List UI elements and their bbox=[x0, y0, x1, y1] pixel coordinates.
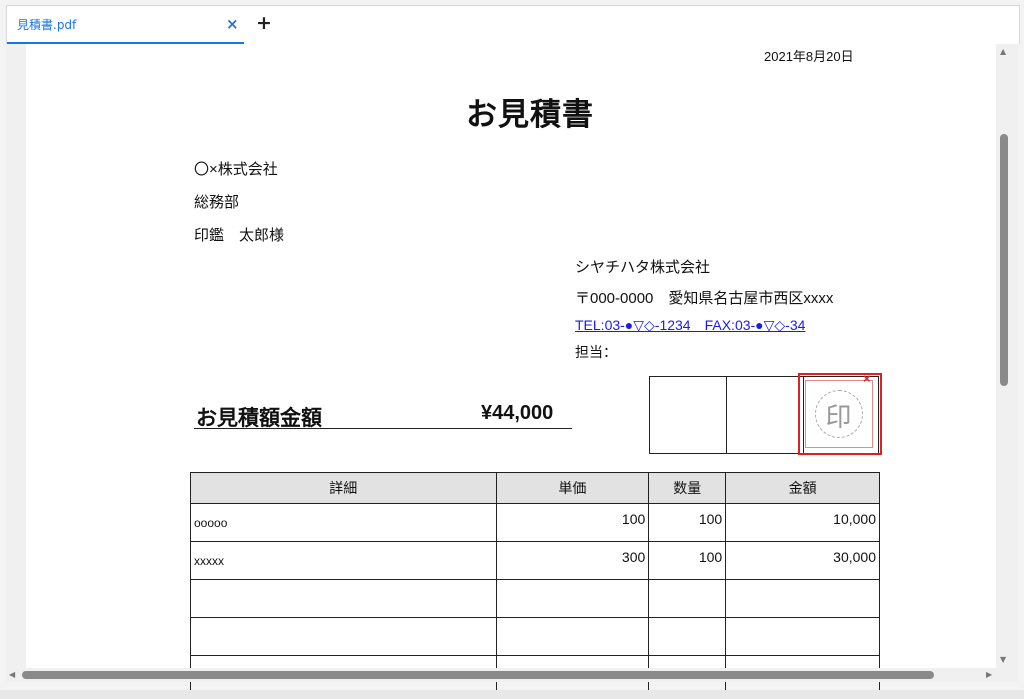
status-strip bbox=[0, 690, 1024, 699]
cell-unit-price: 100 bbox=[495, 503, 650, 542]
header-detail: 詳細 bbox=[190, 472, 497, 504]
recipient-company: 〇×株式会社 bbox=[194, 161, 278, 178]
cell-amount: 10,000 bbox=[725, 503, 880, 542]
cell-detail bbox=[190, 617, 497, 656]
cell-unit-price bbox=[495, 579, 650, 618]
cell-amount: 30,000 bbox=[725, 541, 880, 580]
recipient-person: 印鑑 太郎様 bbox=[194, 227, 285, 244]
document-date: 2021年8月20日 bbox=[764, 49, 854, 64]
estimate-table: 詳細 単価 数量 金額 ooooo 100 100 10,000 xxxxx 3… bbox=[190, 472, 880, 694]
tab-document[interactable]: 見積書.pdf × bbox=[7, 6, 244, 44]
header-amount: 金額 bbox=[725, 472, 880, 504]
cell-unit-price: 300 bbox=[495, 541, 650, 580]
cell-detail bbox=[190, 579, 497, 618]
estimate-amount-value: ¥44,000 bbox=[481, 402, 554, 424]
seal-stamp[interactable]: 印 bbox=[815, 390, 863, 438]
scroll-down-icon[interactable]: ▼ bbox=[1000, 655, 1006, 664]
cell-unit-price bbox=[495, 617, 650, 656]
vertical-scrollbar[interactable]: ▲ ▼ bbox=[996, 44, 1012, 668]
cell-detail: xxxxx bbox=[190, 541, 497, 580]
sender-address: 〒000-0000 愛知県名古屋市西区xxxx bbox=[575, 290, 834, 307]
sender-person-label: 担当： bbox=[575, 344, 617, 360]
tab-bar: 見積書.pdf × + bbox=[6, 5, 1020, 44]
vertical-scroll-thumb[interactable] bbox=[1000, 134, 1008, 386]
scroll-up-icon[interactable]: ▲ bbox=[1000, 47, 1006, 56]
cell-quantity bbox=[648, 579, 727, 618]
stamp-cell-2 bbox=[727, 377, 804, 453]
stamp-selection[interactable]: 印 × bbox=[798, 371, 882, 455]
pdf-page: 2021年8月20日 お見積書 〇×株式会社 総務部 印鑑 太郎様 シヤチハタ株… bbox=[26, 44, 1000, 694]
document-viewport[interactable]: 2021年8月20日 お見積書 〇×株式会社 総務部 印鑑 太郎様 シヤチハタ株… bbox=[6, 44, 1018, 694]
sender-company: シヤチハタ株式会社 bbox=[575, 259, 711, 276]
table-row: ooooo 100 100 10,000 bbox=[190, 503, 880, 542]
sender-contact-link[interactable]: TEL:03-●▽◇-1234 FAX:03-●▽◇-34 bbox=[575, 315, 805, 335]
pdf-viewer-window: 見積書.pdf × + 2021年8月20日 お見積書 〇×株式会社 総務部 印… bbox=[0, 0, 1024, 699]
cell-amount bbox=[725, 579, 880, 618]
horizontal-scrollbar[interactable]: ◀ ▶ bbox=[6, 668, 1018, 682]
tab-title[interactable]: 見積書.pdf bbox=[17, 16, 76, 33]
document-title: お見積書 bbox=[466, 97, 594, 132]
amount-underline bbox=[194, 428, 572, 429]
table-row: xxxxx 300 100 30,000 bbox=[190, 541, 880, 580]
cell-quantity: 100 bbox=[648, 503, 727, 542]
cell-quantity bbox=[648, 617, 727, 656]
stamp-delete-icon[interactable]: × bbox=[863, 371, 871, 386]
recipient-department: 総務部 bbox=[194, 194, 240, 211]
seal-stamp-char: 印 bbox=[825, 402, 852, 432]
table-row bbox=[190, 617, 880, 656]
header-unit-price: 単価 bbox=[495, 472, 650, 504]
add-tab-icon[interactable]: + bbox=[256, 12, 272, 34]
header-quantity: 数量 bbox=[648, 472, 727, 504]
table-header-row: 詳細 単価 数量 金額 bbox=[190, 472, 880, 504]
table-row bbox=[190, 579, 880, 618]
cell-detail: ooooo bbox=[190, 503, 497, 542]
stamp-cell-1 bbox=[650, 377, 727, 453]
scroll-left-icon[interactable]: ◀ bbox=[9, 670, 15, 679]
cell-amount bbox=[725, 617, 880, 656]
close-tab-icon[interactable]: × bbox=[226, 15, 239, 33]
horizontal-scroll-thumb[interactable] bbox=[22, 671, 934, 679]
cell-quantity: 100 bbox=[648, 541, 727, 580]
scroll-right-icon[interactable]: ▶ bbox=[986, 670, 992, 679]
stamp-frame[interactable]: 印 bbox=[805, 380, 873, 448]
